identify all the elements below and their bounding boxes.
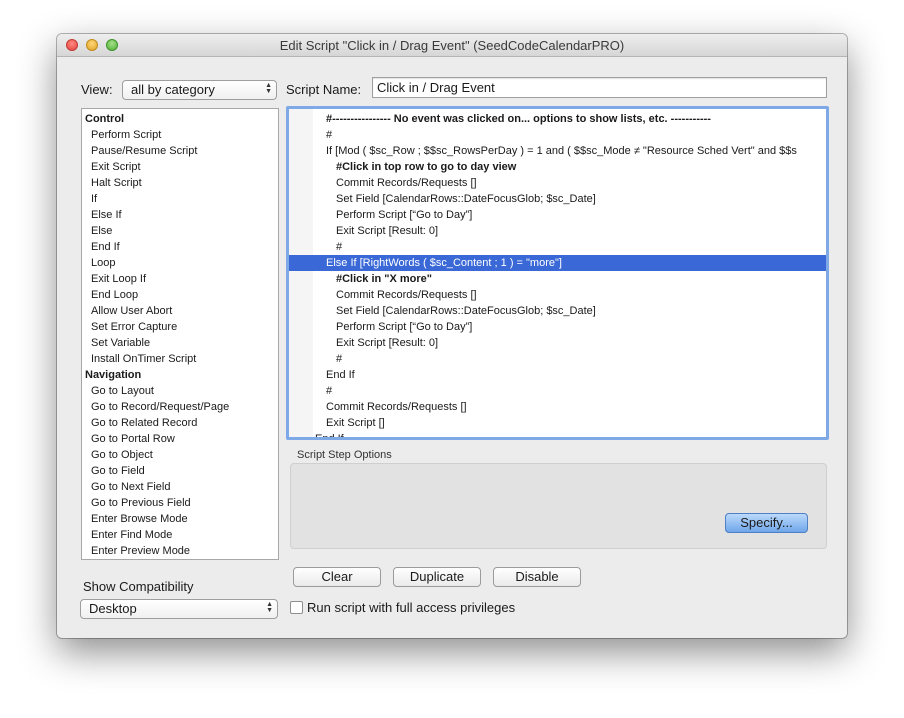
script-step-options-box: [290, 463, 827, 549]
step-item[interactable]: Enter Browse Mode: [82, 511, 278, 527]
step-item[interactable]: Go to Related Record: [82, 415, 278, 431]
updown-arrows-icon: ▲ ▼: [265, 82, 272, 95]
step-item[interactable]: Else: [82, 223, 278, 239]
step-item[interactable]: Allow User Abort: [82, 303, 278, 319]
step-item[interactable]: Set Error Capture: [82, 319, 278, 335]
view-label: View:: [81, 82, 113, 97]
step-item[interactable]: Halt Script: [82, 175, 278, 191]
clear-button[interactable]: Clear: [293, 567, 381, 587]
script-name-label: Script Name:: [286, 82, 362, 97]
script-line[interactable]: Set Field [CalendarRows::DateFocusGlob; …: [289, 191, 826, 207]
step-item[interactable]: Set Variable: [82, 335, 278, 351]
script-line[interactable]: End If: [289, 367, 826, 383]
step-item[interactable]: Go to Record/Request/Page: [82, 399, 278, 415]
script-line[interactable]: #: [289, 239, 826, 255]
step-item[interactable]: Loop: [82, 255, 278, 271]
step-item[interactable]: If: [82, 191, 278, 207]
script-line[interactable]: Else If [RightWords ( $sc_Content ; 1 ) …: [289, 255, 826, 271]
script-line[interactable]: #---------------- No event was clicked o…: [289, 111, 826, 127]
show-compatibility-label: Show Compatibility: [83, 579, 194, 594]
step-item[interactable]: Else If: [82, 207, 278, 223]
script-line-text: Perform Script [“Go to Day”]: [336, 321, 473, 333]
script-line-text: Commit Records/Requests []: [336, 177, 477, 189]
script-line-text: #: [326, 385, 333, 397]
script-line-text: Commit Records/Requests []: [326, 401, 467, 413]
step-item[interactable]: Go to Object: [82, 447, 278, 463]
step-category[interactable]: Control: [82, 111, 278, 127]
step-item[interactable]: Go to Layout: [82, 383, 278, 399]
script-line[interactable]: Perform Script [“Go to Day”]: [289, 319, 826, 335]
compatibility-popup[interactable]: Desktop ▲ ▼: [80, 599, 278, 619]
script-line[interactable]: Commit Records/Requests []: [289, 287, 826, 303]
step-item[interactable]: Enter Find Mode: [82, 527, 278, 543]
step-item[interactable]: Go to Field: [82, 463, 278, 479]
step-item[interactable]: Install OnTimer Script: [82, 351, 278, 367]
script-line[interactable]: #: [289, 127, 826, 143]
script-lines: #---------------- No event was clicked o…: [289, 111, 826, 440]
script-line-text: Perform Script [“Go to Day”]: [336, 209, 473, 221]
script-line[interactable]: Exit Script [Result: 0]: [289, 223, 826, 239]
step-item[interactable]: Enter Preview Mode: [82, 543, 278, 559]
script-line[interactable]: Exit Script [Result: 0]: [289, 335, 826, 351]
title-bar[interactable]: Edit Script "Click in / Drag Event" (See…: [57, 34, 847, 57]
script-steps-list[interactable]: Control Perform Script Pause/Resume Script…: [81, 108, 279, 560]
script-line-text: #: [326, 129, 333, 141]
script-line[interactable]: Perform Script [“Go to Day”]: [289, 207, 826, 223]
specify-button[interactable]: Specify...: [725, 513, 808, 533]
script-line-text: #: [336, 353, 343, 365]
script-line-text: Else If [RightWords ( $sc_Content ; 1 ) …: [326, 257, 562, 269]
step-item[interactable]: End Loop: [82, 287, 278, 303]
script-line[interactable]: Commit Records/Requests []: [289, 399, 826, 415]
window-title: Edit Script "Click in / Drag Event" (See…: [279, 38, 625, 53]
step-item[interactable]: Exit Loop If: [82, 271, 278, 287]
script-name-field[interactable]: Click in / Drag Event: [372, 77, 827, 98]
view-popup[interactable]: all by category ▲ ▼: [122, 80, 277, 100]
script-line[interactable]: #: [289, 351, 826, 367]
script-line-text: Set Field [CalendarRows::DateFocusGlob; …: [336, 193, 596, 205]
script-line[interactable]: End If: [289, 431, 826, 440]
script-line-text: Exit Script [Result: 0]: [336, 337, 439, 349]
step-item[interactable]: Perform Script: [82, 127, 278, 143]
script-editor[interactable]: #---------------- No event was clicked o…: [286, 106, 829, 440]
compatibility-popup-value: Desktop: [89, 601, 137, 616]
view-popup-value: all by category: [131, 82, 215, 97]
script-line-text: #Click in top row to go to day view: [336, 161, 517, 173]
script-line-text: #---------------- No event was clicked o…: [326, 113, 711, 125]
edit-script-window: Edit Script "Click in / Drag Event" (See…: [57, 34, 847, 638]
script-line-text: Set Field [CalendarRows::DateFocusGlob; …: [336, 305, 596, 317]
step-category[interactable]: Navigation: [82, 367, 278, 383]
script-line[interactable]: If [Mod ( $sc_Row ; $$sc_RowsPerDay ) = …: [289, 143, 826, 159]
script-line-text: End If: [315, 433, 344, 440]
script-line[interactable]: #Click in top row to go to day view: [289, 159, 826, 175]
step-item[interactable]: Exit Script: [82, 159, 278, 175]
step-item[interactable]: Pause/Resume Script: [82, 143, 278, 159]
script-line-text: Exit Script [Result: 0]: [336, 225, 439, 237]
script-line-text: Commit Records/Requests []: [336, 289, 477, 301]
script-line-text: #: [336, 241, 343, 253]
script-line-text: Exit Script []: [326, 417, 385, 429]
step-item[interactable]: Go to Previous Field: [82, 495, 278, 511]
full-access-checkbox[interactable]: [290, 601, 303, 614]
script-line[interactable]: Commit Records/Requests []: [289, 175, 826, 191]
script-line-text: #Click in "X more": [336, 273, 433, 285]
duplicate-button[interactable]: Duplicate: [393, 567, 481, 587]
step-item[interactable]: Go to Next Field: [82, 479, 278, 495]
script-line-text: End If: [326, 369, 355, 381]
script-line[interactable]: #Click in "X more": [289, 271, 826, 287]
full-access-label: Run script with full access privileges: [307, 600, 516, 615]
disable-button[interactable]: Disable: [493, 567, 581, 587]
script-line[interactable]: Exit Script []: [289, 415, 826, 431]
script-line[interactable]: Set Field [CalendarRows::DateFocusGlob; …: [289, 303, 826, 319]
script-step-options-title: Script Step Options: [297, 449, 392, 461]
updown-arrows-icon: ▲ ▼: [266, 601, 273, 614]
script-line[interactable]: #: [289, 383, 826, 399]
step-item[interactable]: End If: [82, 239, 278, 255]
step-item[interactable]: Go to Portal Row: [82, 431, 278, 447]
script-line-text: If [Mod ( $sc_Row ; $$sc_RowsPerDay ) = …: [326, 145, 797, 157]
